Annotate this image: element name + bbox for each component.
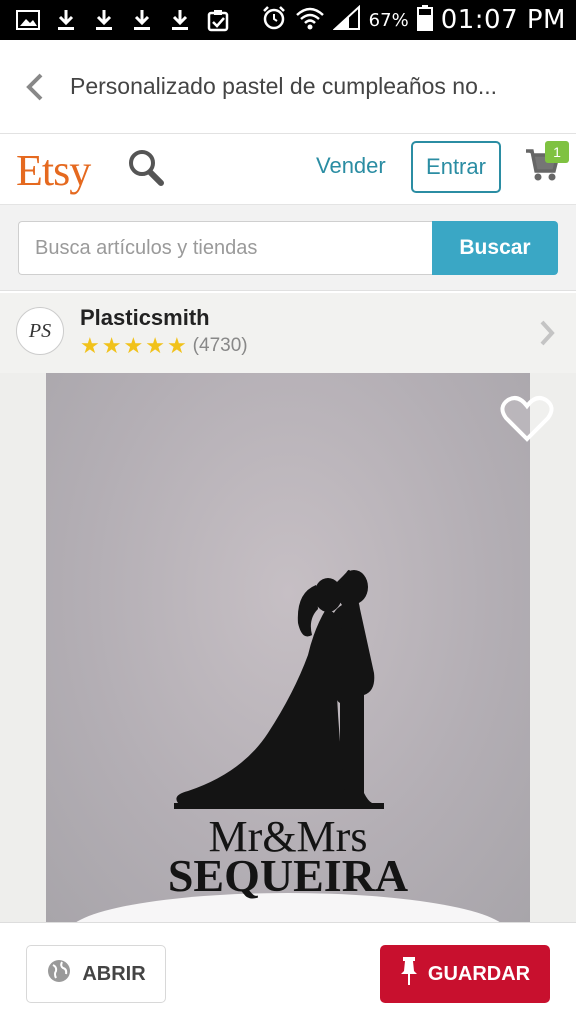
shop-row[interactable]: PS Plasticsmith ★ ★ ★ ★ ★ (4730) (0, 293, 576, 373)
clipboard-check-icon (204, 7, 232, 33)
image-icon (14, 7, 42, 33)
shop-name: Plasticsmith (80, 305, 210, 330)
review-count: (4730) (192, 335, 248, 356)
signal-icon (332, 4, 361, 36)
search-button[interactable]: Buscar (432, 221, 558, 275)
globe-icon (46, 958, 72, 990)
open-button[interactable]: ABRIR (26, 945, 166, 1003)
etsy-header: Etsy Vender Entrar 1 (0, 135, 576, 205)
star-icon: ★ (80, 333, 100, 358)
search-icon[interactable] (127, 148, 165, 193)
download-icon (166, 7, 194, 33)
topper-line2: SEQUEIRA (168, 850, 408, 901)
star-icon: ★ (123, 333, 144, 358)
star-icon: ★ (145, 333, 165, 358)
save-button[interactable]: GUARDAR (380, 945, 550, 1003)
listing-photo-area[interactable]: Mr&Mrs SEQUEIRA (0, 373, 576, 922)
download-icon (52, 7, 80, 33)
title-bar: Personalizado pastel de cumpleaños no... (0, 40, 576, 134)
sign-in-button[interactable]: Entrar (411, 141, 501, 193)
cart-count-badge: 1 (545, 141, 569, 163)
etsy-logo[interactable]: Etsy (16, 145, 91, 196)
shop-rating: ★ ★ ★ ★ ★ (4730) (80, 335, 248, 357)
battery-icon (416, 4, 433, 36)
page-title: Personalizado pastel de cumpleaños no... (70, 73, 498, 99)
open-button-label: ABRIR (82, 962, 146, 985)
star-icon: ★ (101, 333, 122, 358)
download-icon (90, 7, 118, 33)
listing-photo: Mr&Mrs SEQUEIRA (46, 373, 530, 922)
pin-icon (400, 956, 418, 992)
chevron-left-icon (26, 73, 43, 100)
wifi-icon (295, 5, 325, 36)
shop-avatar: PS (16, 307, 64, 355)
search-row: Busca artículos y tiendas Buscar (0, 205, 576, 291)
back-button[interactable] (0, 40, 70, 134)
cake-topper-silhouette: Mr&Mrs SEQUEIRA (76, 569, 500, 922)
star-icon: ★ (166, 333, 187, 358)
clock-time: 01:07 PM (440, 5, 566, 35)
chevron-right-icon (538, 319, 556, 352)
favorite-heart-icon[interactable] (500, 395, 554, 448)
save-button-label: GUARDAR (427, 962, 531, 985)
status-bar: 67% 01:07 PM (0, 0, 576, 40)
download-icon (128, 7, 156, 33)
alarm-icon (261, 5, 287, 36)
sell-link[interactable]: Vender (316, 153, 386, 179)
battery-percent: 67% (368, 9, 409, 31)
search-input[interactable]: Busca artículos y tiendas (18, 221, 434, 275)
bottom-action-bar: ABRIR GUARDAR (0, 922, 576, 1024)
